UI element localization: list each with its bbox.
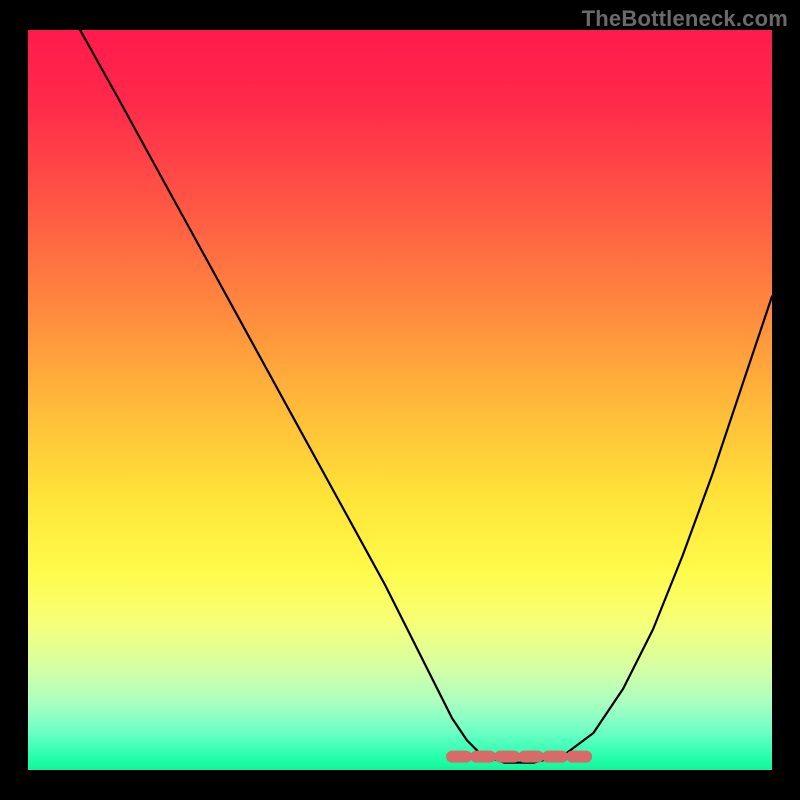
chart-stage: TheBottleneck.com [0, 0, 800, 800]
plot-overlay-svg [28, 30, 772, 770]
watermark-label: TheBottleneck.com [582, 6, 788, 32]
plot-area [28, 30, 772, 770]
bottleneck-curve [80, 30, 772, 763]
